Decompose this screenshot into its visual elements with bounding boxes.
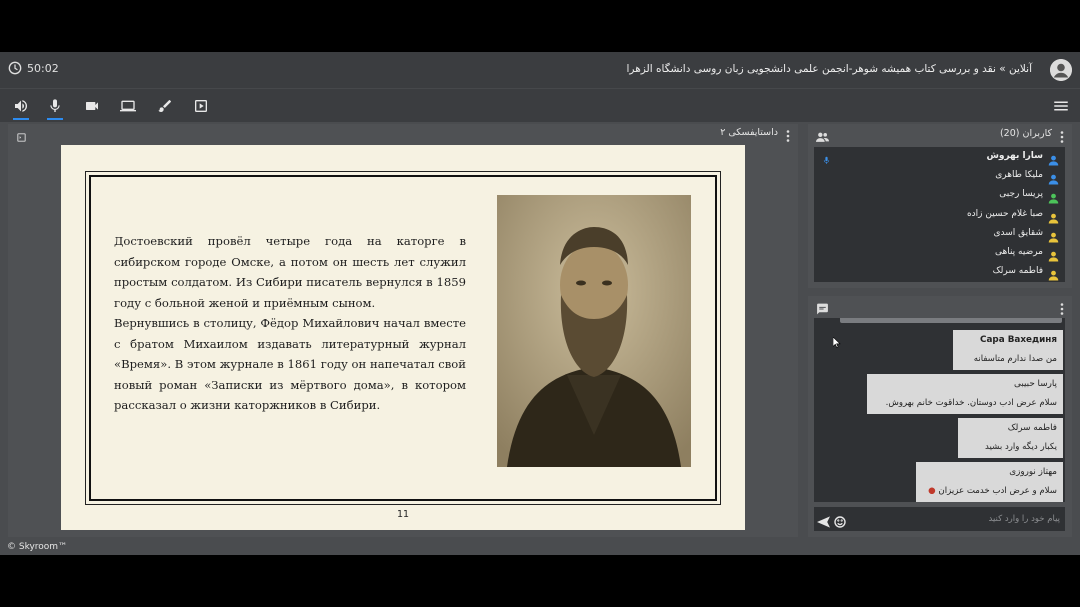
chat-text: سلام و عرض ادب خدمت عزیزان ● bbox=[922, 486, 1057, 496]
user-name: پریسا رجبی bbox=[999, 189, 1043, 200]
main-menu-button[interactable] bbox=[1052, 97, 1070, 115]
media-player-button[interactable] bbox=[190, 95, 212, 117]
more-vertical-icon bbox=[1060, 303, 1064, 315]
person-icon bbox=[1048, 189, 1059, 204]
mouse-cursor-icon bbox=[832, 333, 841, 348]
user-name: سارا بهروش bbox=[986, 151, 1043, 161]
more-vertical-icon bbox=[786, 130, 790, 142]
users-options-button[interactable] bbox=[1059, 128, 1065, 143]
chat-panel-header bbox=[808, 296, 1072, 316]
user-name: شقایق اسدی bbox=[993, 227, 1043, 238]
more-vertical-icon bbox=[1060, 131, 1064, 143]
microphone-icon bbox=[50, 99, 60, 112]
portrait-image bbox=[497, 195, 691, 467]
users-list: سارا بهروش ملیکا طاهری پریسا رجبی صبا غل… bbox=[814, 147, 1065, 282]
expand-icon bbox=[17, 133, 26, 142]
speaker-button[interactable] bbox=[10, 95, 32, 120]
chat-input-bar bbox=[814, 507, 1065, 531]
chat-text: یکبار دیگه وارد بشید bbox=[985, 442, 1057, 452]
active-microphone-icon bbox=[822, 151, 831, 164]
users-panel: کاربران (20) سارا بهروش ملیکا طاهری پریس… bbox=[808, 124, 1072, 288]
users-icon bbox=[816, 128, 829, 142]
slide: Достоевский провёл четыре года на каторг… bbox=[61, 145, 745, 530]
send-icon bbox=[817, 516, 830, 528]
user-row[interactable]: مرضیه پناهی bbox=[814, 243, 1065, 262]
rose-emoji-icon: ● bbox=[928, 486, 936, 496]
user-name: ملیکا طاهری bbox=[995, 170, 1043, 181]
user-row[interactable]: سارا بهروش bbox=[814, 147, 1065, 166]
chat-message: مهتاز نوروزی سلام و عرض ادب خدمت عزیزان … bbox=[916, 462, 1063, 502]
user-row[interactable]: صبا غلام حسین زاده bbox=[814, 205, 1065, 224]
person-icon bbox=[1048, 209, 1059, 224]
user-row[interactable]: فاطمه سرلک bbox=[814, 262, 1065, 281]
user-row[interactable]: پریسا رجبی bbox=[814, 185, 1065, 204]
room-title: آنلاین » نقد و بررسی کتاب همیشه شوهر-انج… bbox=[626, 63, 1033, 75]
skyroom-app: 50:02 آنلاین » نقد و بررسی کتاب همیشه شو… bbox=[0, 52, 1080, 555]
chat-panel: Сара Вахединя من صدا ندارم متاسفانه پارس… bbox=[808, 296, 1072, 537]
fullscreen-button[interactable] bbox=[16, 128, 27, 142]
user-name: فاطمه سرلک bbox=[992, 266, 1043, 277]
chat-text: سلام عرض ادب دوستان. خداقوت خانم بهروش. bbox=[885, 398, 1057, 408]
person-icon bbox=[1048, 151, 1059, 166]
camera-button[interactable] bbox=[81, 95, 103, 117]
chat-sender: مهتاز نوروزی bbox=[1009, 467, 1057, 477]
person-icon bbox=[1048, 228, 1059, 243]
session-timer: 50:02 bbox=[8, 61, 59, 75]
chat-message: Сара Вахединя من صدا ندارم متاسفانه bbox=[953, 330, 1063, 370]
emoji-button[interactable] bbox=[834, 513, 846, 528]
user-row[interactable]: شقایق اسدی bbox=[814, 224, 1065, 243]
speaker-icon bbox=[15, 100, 28, 112]
slide-page-number: 11 bbox=[396, 509, 410, 520]
chat-sender: Сара Вахединя bbox=[980, 335, 1057, 345]
chat-message-input[interactable] bbox=[854, 510, 1060, 528]
smiley-icon bbox=[834, 516, 846, 528]
title-bar: 50:02 آنلاین » نقد و بررسی کتاب همیشه شو… bbox=[0, 52, 1080, 88]
send-button[interactable] bbox=[817, 513, 830, 528]
play-media-icon bbox=[195, 100, 207, 112]
brush-icon bbox=[158, 100, 171, 112]
timer-text: 50:02 bbox=[27, 61, 59, 75]
person-icon bbox=[1048, 247, 1059, 262]
users-panel-title: کاربران (20) bbox=[999, 128, 1052, 139]
chat-icon bbox=[816, 300, 829, 315]
chat-scrollbar[interactable] bbox=[840, 318, 1062, 323]
chat-text: من صدا ندارم متاسفانه bbox=[973, 354, 1057, 364]
chat-message: پارسا حبیبی سلام عرض ادب دوستان. خداقوت … bbox=[867, 374, 1063, 414]
user-row[interactable]: ملیکا طاهری bbox=[814, 166, 1065, 185]
slide-paragraph: Достоевский провёл четыре года на каторг… bbox=[114, 234, 466, 310]
clock-icon bbox=[8, 61, 22, 75]
hamburger-menu-icon bbox=[1054, 101, 1068, 111]
presentation-header: داستایفسکی ۲ bbox=[8, 124, 798, 142]
chat-sender: فاطمه سرلک bbox=[1007, 423, 1057, 433]
whiteboard-brush-button[interactable] bbox=[154, 95, 176, 117]
chat-sender: پارسا حبیبی bbox=[1014, 379, 1057, 389]
presentation-options-button[interactable] bbox=[785, 127, 791, 142]
account-avatar-icon[interactable] bbox=[1050, 59, 1072, 81]
chat-text-content: سلام و عرض ادب خدمت عزیزان bbox=[938, 486, 1057, 496]
user-name: صبا غلام حسین زاده bbox=[966, 208, 1043, 219]
brand-footer: © Skyroom™ bbox=[7, 542, 68, 552]
user-name: مرضیه پناهی bbox=[994, 246, 1043, 257]
camera-icon bbox=[86, 102, 98, 110]
screen-share-icon bbox=[120, 100, 136, 112]
person-icon bbox=[1048, 266, 1059, 281]
screen-share-button[interactable] bbox=[117, 95, 139, 117]
presentation-panel: داستایفسکی ۲ Достоевский провёл четыре г… bbox=[8, 124, 798, 537]
toolbar bbox=[0, 88, 1080, 122]
slide-text: Достоевский провёл четыре года на каторг… bbox=[114, 231, 466, 416]
person-icon bbox=[1048, 170, 1059, 185]
users-panel-header: کاربران (20) bbox=[808, 124, 1072, 144]
chat-messages: Сара Вахединя من صدا ندارم متاسفانه پارس… bbox=[814, 318, 1065, 502]
chat-message: فاطمه سرلک یکبار دیگه وارد بشید bbox=[958, 418, 1063, 458]
slide-paragraph: Вернувшись в столицу, Фёдор Михайлович н… bbox=[114, 316, 466, 412]
presentation-name: داستایفسکی ۲ bbox=[720, 127, 778, 138]
microphone-button[interactable] bbox=[44, 95, 66, 120]
chat-options-button[interactable] bbox=[1059, 300, 1065, 315]
